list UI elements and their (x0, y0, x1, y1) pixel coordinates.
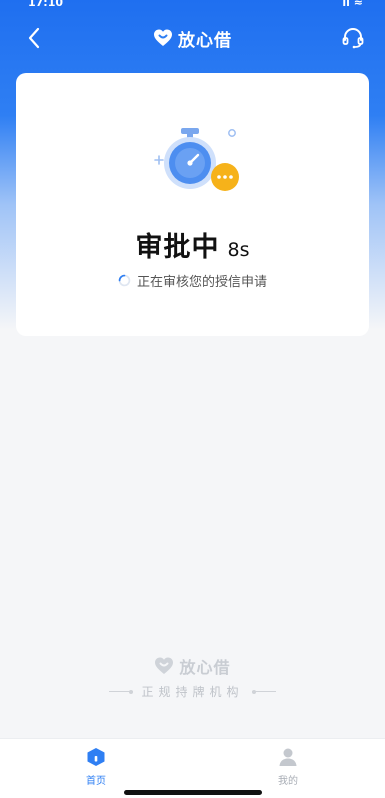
home-icon (87, 748, 105, 766)
divider-right (251, 689, 276, 694)
divider-left (109, 689, 134, 694)
home-indicator (124, 790, 262, 795)
footer-brand-name: 放心借 (179, 658, 231, 677)
footer-slogan: 正规持牌机构 (141, 685, 244, 699)
top-nav: 放心借 (0, 18, 385, 58)
user-icon (279, 748, 297, 766)
tab-home[interactable]: 首页 (66, 747, 126, 791)
status-indicators: ıı ≈ (342, 0, 363, 9)
footer-brand: 放心借 (0, 654, 385, 678)
tab-mine[interactable]: 我的 (258, 747, 318, 791)
footer-slogan-row: 正规持牌机构 (0, 683, 385, 700)
countdown: 8s (227, 239, 250, 261)
tab-mine-label: 我的 (278, 776, 298, 787)
tab-bar: 首页 我的 (0, 738, 385, 798)
status-title: 审批中 (135, 232, 220, 263)
brand: 放心借 (0, 26, 385, 51)
approval-card: 审批中 8s 正在审核您的授信申请 (16, 73, 369, 336)
stopwatch-icon (154, 128, 239, 191)
tab-home-label: 首页 (86, 776, 106, 787)
status-time: 17:10 (28, 0, 64, 9)
spinner-icon (118, 274, 131, 287)
heart-logo-icon (155, 657, 174, 674)
status-bar: 17:10 ıı ≈ (0, 0, 385, 12)
status-description: 正在审核您的授信申请 (136, 275, 267, 290)
brand-name: 放心借 (178, 30, 232, 51)
heart-logo-icon (154, 29, 172, 46)
customer-service-button[interactable] (337, 22, 369, 54)
headset-icon (342, 28, 364, 49)
status-title-row: 审批中 8s (16, 225, 369, 264)
status-sub-row: 正在审核您的授信申请 (16, 271, 369, 290)
